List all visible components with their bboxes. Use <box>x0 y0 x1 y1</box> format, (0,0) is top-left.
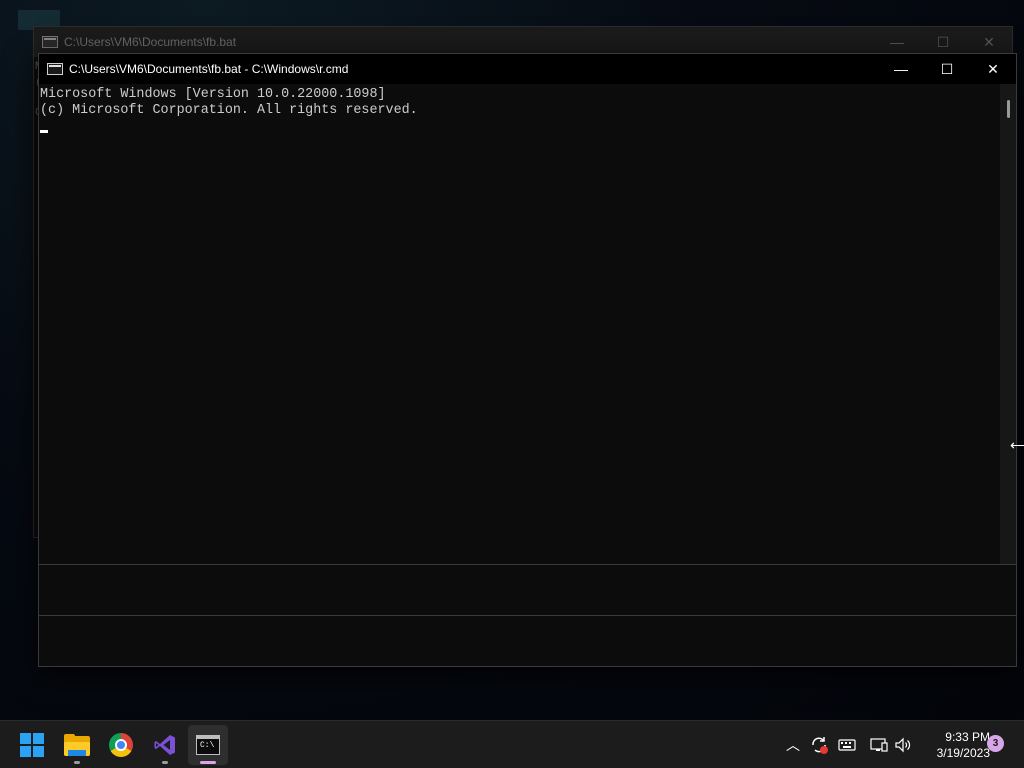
tray-keyboard-button[interactable] <box>838 721 860 768</box>
folder-icon <box>64 734 90 756</box>
console-output[interactable]: Microsoft Windows [Version 10.0.22000.10… <box>39 84 1001 564</box>
chevron-up-icon: ︿ <box>786 737 800 753</box>
taskbar-visual-studio[interactable] <box>145 725 185 765</box>
clock[interactable]: 9:33 PM 3/19/2023 <box>920 729 990 761</box>
window-lower-panel <box>39 564 1016 666</box>
notification-badge[interactable]: 3 <box>987 735 1004 752</box>
chrome-icon <box>109 733 133 757</box>
back-window-title: C:\Users\VM6\Documents\fb.bat <box>64 35 237 49</box>
console-line: Microsoft Windows [Version 10.0.22000.10… <box>40 87 386 102</box>
maximize-button[interactable]: ☐ <box>924 54 970 84</box>
resize-horizontal-cursor-icon: ⟷ <box>1010 437 1024 453</box>
running-indicator <box>74 761 80 764</box>
speaker-icon <box>895 737 911 753</box>
keyboard-icon <box>838 739 856 751</box>
clock-time: 9:33 PM <box>945 730 990 744</box>
close-button[interactable]: ✕ <box>970 54 1016 84</box>
running-indicator <box>162 761 168 764</box>
front-cmd-window[interactable]: C:\Users\VM6\Documents\fb.bat - C:\Windo… <box>38 53 1017 667</box>
start-button[interactable] <box>12 725 52 765</box>
cmd-window-icon <box>47 63 63 75</box>
taskbar-command-prompt[interactable]: C:\ <box>188 725 228 765</box>
minimize-button[interactable]: — <box>878 54 924 84</box>
front-window-title: C:\Users\VM6\Documents\fb.bat - C:\Windo… <box>69 62 349 76</box>
taskbar: C:\ ︿ 9:33 PM 3/19/2023 <box>0 720 1024 768</box>
console-line: (c) Microsoft Corporation. All rights re… <box>40 103 418 118</box>
visual-studio-icon <box>154 735 175 755</box>
terminal-icon: C:\ <box>196 735 220 755</box>
network-icon <box>870 738 888 752</box>
show-hidden-icons-button[interactable]: ︿ <box>786 721 806 768</box>
front-window-titlebar[interactable]: C:\Users\VM6\Documents\fb.bat - C:\Windo… <box>39 54 1016 84</box>
taskbar-chrome[interactable] <box>101 725 141 765</box>
active-indicator <box>200 761 216 764</box>
tray-volume-button[interactable] <box>894 721 916 768</box>
tray-network-button[interactable] <box>870 721 890 768</box>
tray-sync-button[interactable] <box>809 721 831 768</box>
divider <box>39 564 1016 565</box>
cmd-window-icon <box>42 36 58 48</box>
scrollbar-thumb[interactable] <box>1007 100 1010 118</box>
text-cursor <box>40 130 48 133</box>
windows-logo-icon <box>20 733 44 757</box>
vertical-scrollbar[interactable] <box>1000 84 1016 564</box>
taskbar-file-explorer[interactable] <box>57 725 97 765</box>
clock-date: 3/19/2023 <box>936 746 990 760</box>
divider <box>39 615 1016 616</box>
sync-alert-icon <box>812 737 828 754</box>
